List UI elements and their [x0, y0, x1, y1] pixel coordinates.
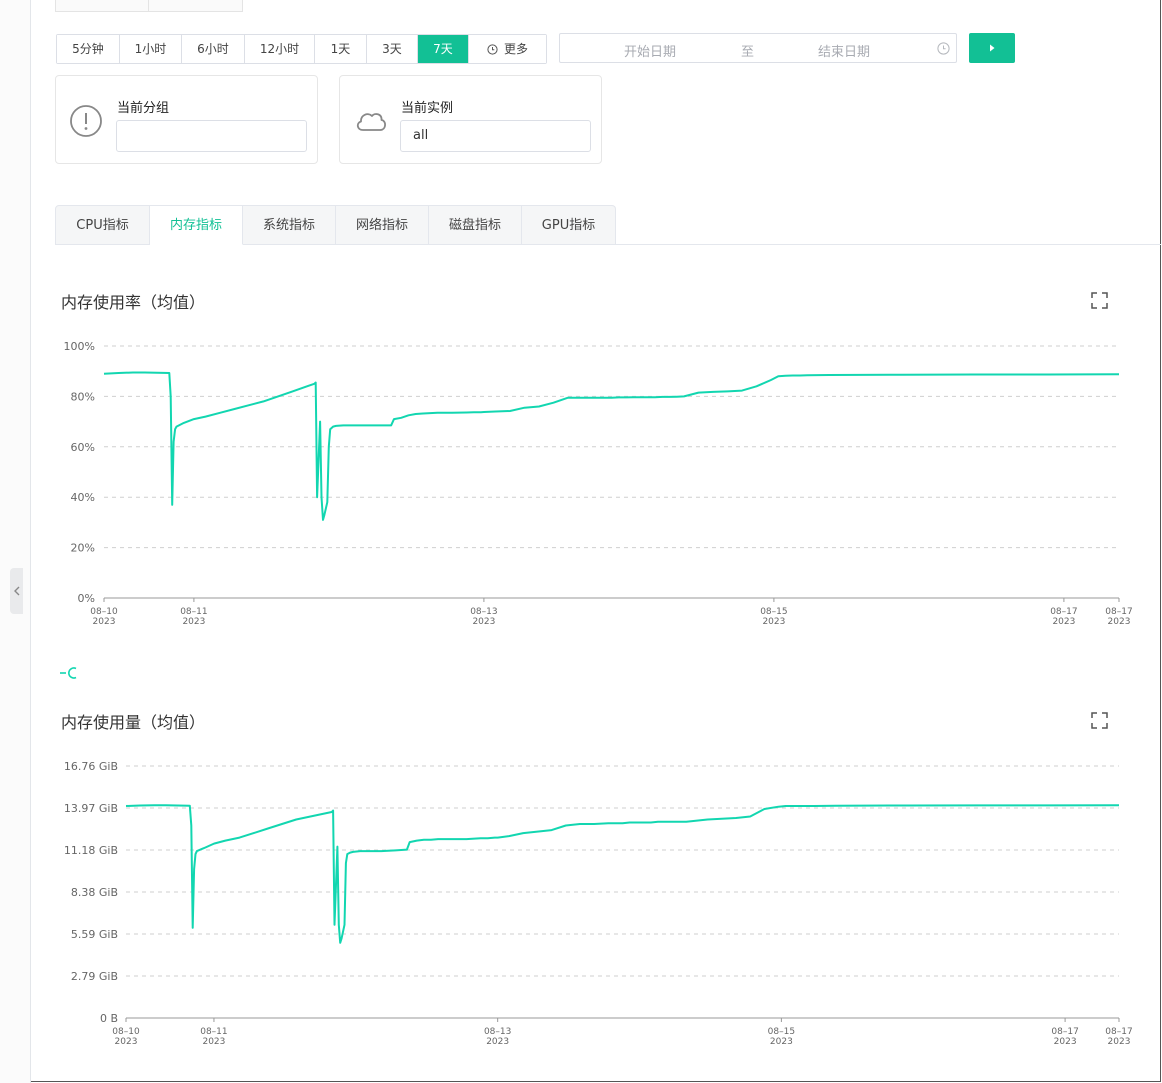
x-tick-year: 2023: [486, 1037, 509, 1047]
y-tick-label: 13.97 GiB: [64, 802, 118, 815]
memory-usage-amount-chart: 0 B 2.79 GiB 5.59 GiB 8.38 GiB 11.18 GiB 13.9…: [64, 760, 1133, 1047]
y-tick-label: 2.79 GiB: [71, 970, 118, 983]
x-tick-year: 2023: [770, 1037, 793, 1047]
series-line: [125, 804, 1120, 944]
x-tick-label: 08–13: [484, 1027, 511, 1037]
x-tick-label: 08–10: [112, 1027, 140, 1037]
y-tick-label: 16.76 GiB: [64, 760, 118, 773]
x-tick-label: 08–17: [1105, 1027, 1132, 1037]
x-tick-year: 2023: [1108, 1037, 1131, 1047]
x-tick-label: 08–15: [768, 1027, 795, 1037]
x-tick-year: 2023: [202, 1037, 225, 1047]
x-tick-label: 08–17: [1051, 1027, 1078, 1037]
y-tick-label: 8.38 GiB: [71, 886, 118, 899]
y-tick-label: 5.59 GiB: [71, 928, 118, 941]
y-tick-label: 11.18 GiB: [64, 844, 118, 857]
y-tick-label: 0 B: [100, 1012, 118, 1025]
x-tick-year: 2023: [1054, 1037, 1077, 1047]
x-tick-label: 08–11: [200, 1027, 227, 1037]
x-tick-year: 2023: [115, 1037, 138, 1047]
